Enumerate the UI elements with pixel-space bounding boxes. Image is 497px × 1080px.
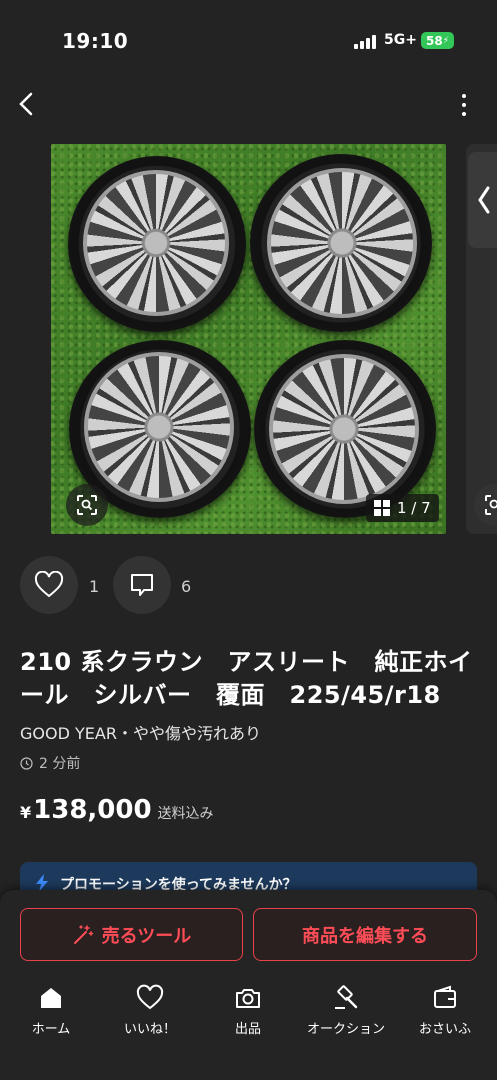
tab-auction-label: オークション bbox=[306, 1022, 385, 1037]
gavel-icon bbox=[335, 985, 358, 1009]
price: ¥ 138,000 送料込み bbox=[20, 795, 214, 825]
chevron-left-icon bbox=[478, 186, 490, 214]
posted-time-label: 2 分前 bbox=[39, 756, 81, 772]
image-search-button[interactable] bbox=[66, 484, 108, 526]
next-photo-button[interactable] bbox=[468, 152, 497, 248]
posted-time: 2 分前 bbox=[20, 753, 80, 773]
more-menu-button[interactable] bbox=[458, 94, 470, 116]
scan-icon bbox=[485, 495, 497, 515]
tab-home[interactable]: ホーム bbox=[6, 984, 96, 1037]
network-label: 5G+ bbox=[384, 32, 417, 48]
item-photo[interactable] bbox=[51, 144, 446, 534]
shipping-label: 送料込み bbox=[157, 806, 214, 822]
photo-counter-label: 1 / 7 bbox=[397, 499, 431, 517]
signal-icon bbox=[354, 34, 378, 49]
comment-button[interactable] bbox=[113, 556, 171, 614]
like-button[interactable] bbox=[20, 556, 78, 614]
grid-icon bbox=[374, 500, 390, 516]
tab-auction[interactable]: オークション bbox=[301, 984, 391, 1037]
comment-count: 6 bbox=[181, 577, 192, 596]
edit-item-label: 商品を編集する bbox=[302, 925, 428, 947]
price-value: 138,000 bbox=[33, 795, 152, 825]
wallet-icon bbox=[434, 985, 456, 1008]
home-icon bbox=[41, 988, 61, 1008]
item-title: 210 系クラウン アスリート 純正ホイール シルバー 覆面 225/45/r1… bbox=[20, 648, 473, 709]
chevron-left-icon bbox=[19, 92, 33, 116]
price-symbol: ¥ bbox=[20, 803, 32, 822]
scan-icon bbox=[77, 495, 97, 515]
battery-icon: 58 ⚡ bbox=[421, 32, 454, 49]
camera-icon bbox=[236, 989, 260, 1008]
comment-icon bbox=[131, 574, 153, 596]
tab-wallet-label: おさいふ bbox=[418, 1022, 471, 1037]
heart-icon bbox=[136, 984, 164, 1010]
battery-level: 58 bbox=[425, 33, 443, 48]
tab-sell[interactable]: 出品 bbox=[203, 984, 293, 1037]
tab-likes[interactable]: いいね！ bbox=[105, 984, 195, 1037]
sell-tools-button[interactable]: 売るツール bbox=[20, 908, 243, 961]
clock-icon bbox=[20, 756, 33, 770]
status-time: 19:10 bbox=[62, 29, 129, 53]
heart-icon bbox=[34, 571, 64, 598]
sell-tools-label: 売るツール bbox=[101, 925, 192, 947]
tab-likes-label: いいね！ bbox=[123, 1022, 176, 1037]
tab-home-label: ホーム bbox=[31, 1022, 71, 1037]
item-subtitle: GOOD YEAR・やや傷や汚れあり bbox=[20, 724, 261, 743]
tab-wallet[interactable]: おさいふ bbox=[400, 984, 490, 1037]
edit-item-button[interactable]: 商品を編集する bbox=[253, 908, 477, 961]
back-button[interactable] bbox=[16, 92, 38, 116]
tab-sell-label: 出品 bbox=[234, 1022, 261, 1037]
magic-wand-icon bbox=[73, 924, 93, 944]
like-count: 1 bbox=[89, 577, 100, 596]
photo-counter[interactable]: 1 / 7 bbox=[366, 494, 439, 522]
